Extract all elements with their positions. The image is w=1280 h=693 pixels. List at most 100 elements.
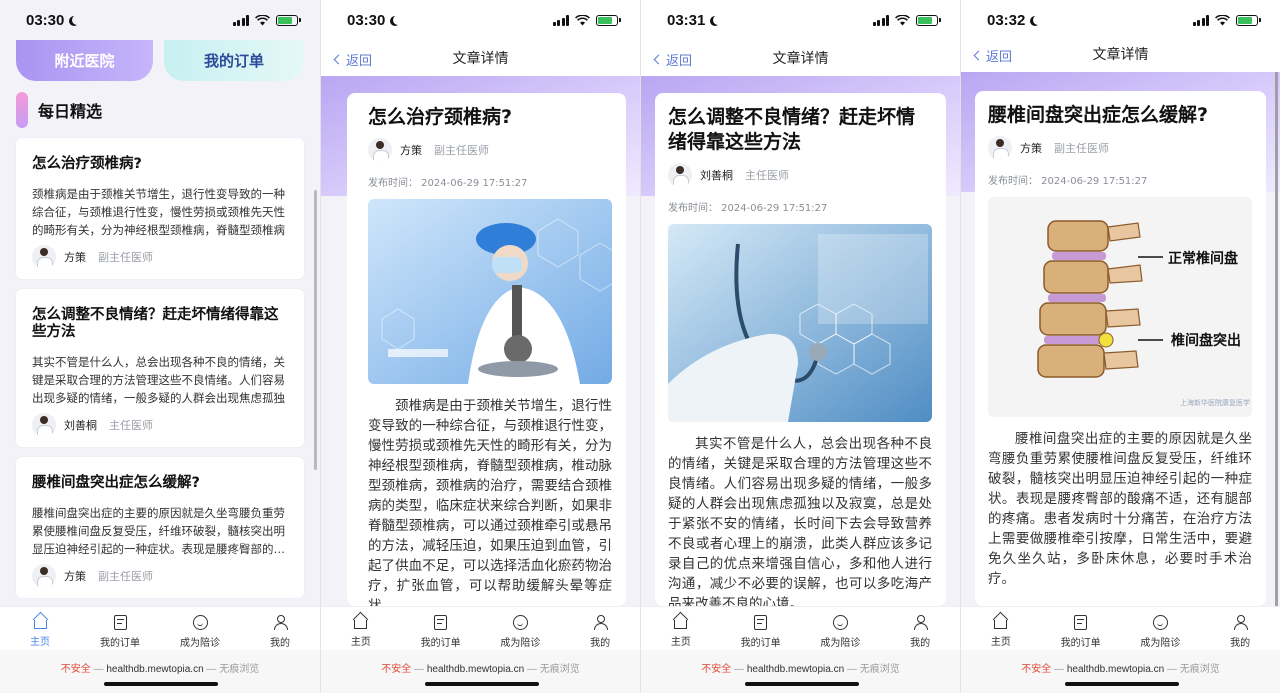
tab-bar: 主页 我的订单 成为陪诊 我的: [641, 606, 960, 650]
scrollbar[interactable]: [1275, 44, 1278, 619]
moon-icon: [1033, 15, 1043, 25]
chevron-left-icon: [653, 54, 664, 65]
tab-my-orders[interactable]: 我的订单: [1041, 607, 1121, 650]
article-card[interactable]: 怎么调整不良情绪？赶走坏情绪得靠这些方法 其实不管是什么人，总会出现各种不良的情…: [16, 289, 304, 447]
tab-home[interactable]: 主页: [321, 607, 401, 650]
tab-me[interactable]: 我的: [560, 607, 640, 650]
home-indicator: [425, 682, 539, 686]
doctor-title: 副主任医师: [1054, 142, 1109, 155]
tab-bar: 主页 我的订单 成为陪诊 我的: [321, 606, 640, 650]
doctor-avatar: [988, 136, 1012, 160]
article-card-author: 方策 副主任医师: [32, 564, 288, 588]
wifi-icon: [1215, 14, 1230, 25]
back-button[interactable]: 返回: [333, 50, 373, 69]
back-button[interactable]: 返回: [653, 50, 692, 69]
wifi-icon: [575, 14, 590, 25]
doctor-avatar: [368, 138, 392, 162]
article-card-title: 怎么治疗颈椎病?: [32, 156, 142, 172]
separator: —: [90, 664, 107, 675]
article-card: 怎么治疗颈椎病? 方策 副主任医师 发布时间： 2024-06-29 17:51:…: [347, 93, 626, 606]
tab-become-escort[interactable]: 成为陪诊: [160, 607, 240, 650]
address-bar[interactable]: 不安全 — healthdb.mewtopia.cn — 无痕浏览: [0, 660, 320, 675]
doctor-name: 刘善桐: [700, 169, 733, 182]
tab-home[interactable]: 主页: [961, 607, 1041, 650]
article-author: 方策 副主任医师: [988, 136, 1252, 160]
article-feed: 怎么治疗颈椎病? 颈椎病是由于颈椎关节增生，退行性变导致的一种综合征，与颈椎退行…: [16, 138, 304, 608]
home-icon: [674, 620, 688, 629]
back-label: 返回: [346, 54, 373, 69]
article-title: 怎么治疗颈椎病?: [368, 106, 513, 128]
separator: —: [1051, 664, 1067, 675]
doctor-avatar: [32, 564, 56, 588]
separator: —: [731, 664, 747, 675]
publish-time: 发布时间： 2024-06-29 17:51:27: [988, 176, 1148, 187]
tab-bar: 主页 我的订单 成为陪诊 我的: [961, 606, 1280, 650]
battery-icon: [276, 14, 301, 26]
tab-me[interactable]: 我的: [240, 607, 320, 650]
tab-home[interactable]: 主页: [0, 607, 80, 650]
status-bar: 03:30: [321, 0, 640, 40]
address-bar[interactable]: 不安全 — healthdb.mewtopia.cn — 无痕浏览: [641, 660, 960, 675]
tab-label: 主页: [670, 637, 691, 648]
article-author: 刘善桐 主任医师: [668, 163, 932, 187]
tab-become-escort[interactable]: 成为陪诊: [481, 607, 561, 650]
home-icon: [354, 620, 368, 629]
screenshot-row: 03:30 附近医院 我的订单 每日精选 怎么治疗颈椎病? 颈椎病是由于颈椎关节…: [0, 0, 1280, 693]
separator: —: [1164, 664, 1180, 675]
order-icon: [754, 615, 768, 630]
doctor-name: 方策: [400, 144, 422, 157]
tab-me[interactable]: 我的: [880, 607, 960, 650]
url-host: healthdb.mewtopia.cn: [746, 664, 845, 675]
user-icon: [1233, 615, 1248, 630]
tab-my-orders[interactable]: 我的订单: [401, 607, 481, 650]
smile-icon: [832, 615, 848, 630]
signal-icon: [552, 14, 569, 26]
article-card-summary: 颈椎病是由于颈椎关节增生，退行性变导致的一种综合征，与颈椎退行性变，慢性劳损或颈…: [32, 187, 285, 237]
label-herniated-disc: 椎间盘突出: [1170, 332, 1241, 349]
article-body: 颈椎病是由于颈椎关节增生，退行性变导致的一种综合征，与颈椎退行性变，慢性劳损或颈…: [368, 398, 612, 606]
tab-become-escort[interactable]: 成为陪诊: [1121, 607, 1201, 650]
tab-become-escort[interactable]: 成为陪诊: [801, 607, 881, 650]
tab-label: 成为陪诊: [1140, 638, 1181, 649]
tab-label: 我的订单: [1060, 638, 1101, 649]
nav-bar: 返回 文章详情: [961, 36, 1280, 72]
chevron-left-icon: [333, 54, 344, 65]
tab-my-orders[interactable]: 我的订单: [80, 607, 160, 650]
user-icon: [913, 615, 928, 630]
nearby-hospitals-button[interactable]: 附近医院: [16, 40, 153, 81]
order-icon: [434, 615, 448, 630]
daily-picks-header: 每日精选: [16, 92, 102, 128]
tab-my-orders[interactable]: 我的订单: [721, 607, 801, 650]
label-normal-disc: 正常椎间盘: [1168, 250, 1238, 267]
battery-icon: [916, 14, 941, 26]
separator: —: [203, 664, 220, 675]
tab-label: 我的订单: [740, 638, 781, 649]
smile-icon: [512, 615, 528, 630]
user-icon: [593, 615, 608, 630]
status-bar: 03:31: [641, 0, 960, 40]
article-card[interactable]: 腰椎间盘突出症怎么缓解? 腰椎间盘突出症的主要的原因就是久坐弯腰负重劳累使腰椎间…: [16, 457, 304, 598]
private-mode-label: 无痕浏览: [539, 664, 580, 675]
home-indicator: [104, 682, 218, 686]
tab-me[interactable]: 我的: [1200, 607, 1280, 650]
publish-time: 发布时间： 2024-06-29 17:51:27: [668, 203, 828, 214]
status-bar: 03:30: [0, 0, 320, 40]
home-icon: [33, 620, 47, 629]
scrollbar[interactable]: [314, 190, 317, 470]
address-bar[interactable]: 不安全 — healthdb.mewtopia.cn — 无痕浏览: [321, 660, 640, 675]
doctor-name: 方策: [64, 251, 86, 264]
article-card[interactable]: 怎么治疗颈椎病? 颈椎病是由于颈椎关节增生，退行性变导致的一种综合征，与颈椎退行…: [16, 138, 304, 279]
insecure-label: 不安全: [1021, 664, 1052, 675]
moon-icon: [72, 15, 82, 25]
article-image-microscope: [368, 199, 612, 384]
address-bar[interactable]: 不安全 — healthdb.mewtopia.cn — 无痕浏览: [961, 660, 1280, 675]
url-host: healthdb.mewtopia.cn: [106, 664, 204, 675]
tab-label: 成为陪诊: [820, 638, 861, 649]
tab-home[interactable]: 主页: [641, 607, 721, 650]
url-host: healthdb.mewtopia.cn: [426, 664, 525, 675]
article-title: 腰椎间盘突出症怎么缓解?: [988, 104, 1209, 126]
back-button[interactable]: 返回: [973, 46, 1012, 65]
browser-bar: 不安全 — healthdb.mewtopia.cn — 无痕浏览: [0, 650, 320, 693]
my-orders-button[interactable]: 我的订单: [164, 40, 304, 81]
tab-label: 主页: [350, 637, 371, 648]
